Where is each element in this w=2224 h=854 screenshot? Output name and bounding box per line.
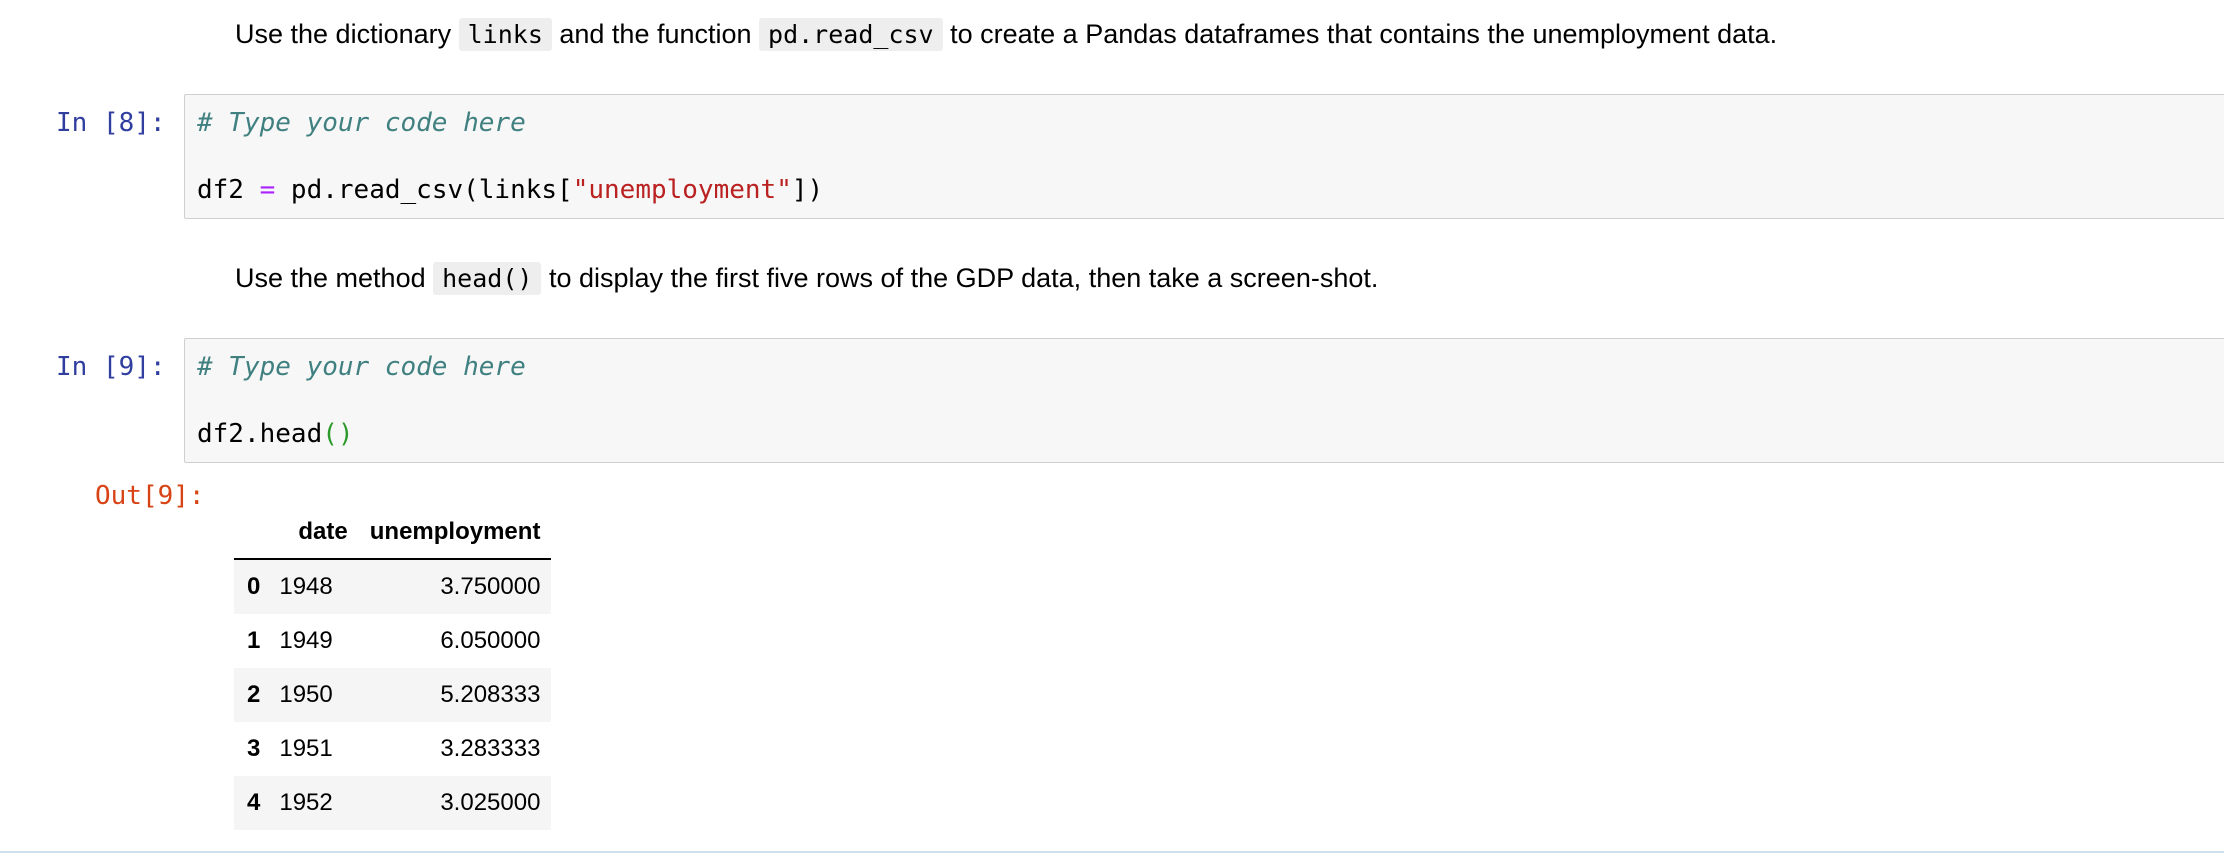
table-header-row: date unemployment bbox=[234, 506, 552, 560]
row-index: 2 bbox=[247, 681, 261, 708]
index-header bbox=[234, 506, 272, 560]
code-call: pd.read_csv(links[ bbox=[275, 175, 573, 205]
code-parens: () bbox=[322, 419, 354, 449]
code-string: "unemployment" bbox=[572, 175, 792, 205]
code-line-head: df2.head() bbox=[197, 419, 354, 449]
table-row: 0 1948 3.750000 bbox=[234, 559, 552, 614]
markdown-cell-instructions-1[interactable]: Use the dictionary links and the functio… bbox=[235, 16, 1777, 53]
code-line-read-csv: df2 = pd.read_csv(links["unemployment"]) bbox=[197, 175, 823, 205]
row-index: 0 bbox=[247, 573, 261, 600]
output-prompt-9: Out[9]: bbox=[95, 481, 205, 511]
cell-date: 1949 bbox=[279, 627, 333, 654]
column-header-unemployment: unemployment bbox=[358, 506, 552, 560]
row-index: 4 bbox=[247, 789, 261, 816]
code-comment: # Type your code here bbox=[197, 108, 526, 138]
cell-unemployment: 3.283333 bbox=[440, 735, 541, 762]
code-var: df2 bbox=[197, 175, 260, 205]
cell-date: 1948 bbox=[279, 573, 333, 600]
row-index: 3 bbox=[247, 735, 261, 762]
cell-date: 1952 bbox=[279, 789, 333, 816]
code-comment: # Type your code here bbox=[197, 352, 526, 382]
inline-code-links: links bbox=[458, 18, 552, 51]
md-text: to create a Pandas dataframes that conta… bbox=[942, 19, 1778, 49]
input-prompt-9: In [9]: bbox=[56, 352, 166, 382]
inline-code-read-csv: pd.read_csv bbox=[759, 18, 943, 51]
code-cell-8[interactable]: # Type your code here df2 = pd.read_csv(… bbox=[184, 94, 2224, 219]
cell-date: 1950 bbox=[279, 681, 333, 708]
code-close: ]) bbox=[791, 175, 824, 205]
md-text: Use the dictionary bbox=[235, 19, 459, 49]
column-header-date: date bbox=[271, 506, 359, 560]
input-prompt-8: In [8]: bbox=[56, 108, 166, 138]
code-cell-9[interactable]: # Type your code here df2.head() bbox=[184, 338, 2224, 463]
code-operator: = bbox=[259, 175, 276, 205]
table-row: 3 1951 3.283333 bbox=[234, 722, 551, 776]
md-text: and the function bbox=[551, 19, 760, 49]
table-row: 4 1952 3.025000 bbox=[234, 776, 552, 830]
table-row: 1 1949 6.050000 bbox=[234, 614, 551, 668]
md-text: to display the first five rows of the GD… bbox=[541, 263, 1379, 293]
inline-code-head: head() bbox=[433, 262, 542, 295]
cell-unemployment: 5.208333 bbox=[440, 681, 541, 708]
table-row: 2 1950 5.208333 bbox=[234, 668, 552, 722]
md-text: Use the method bbox=[235, 263, 434, 293]
cell-unemployment: 6.050000 bbox=[440, 627, 541, 654]
dataframe-table: date unemployment 0 1948 3.750000 1 1949… bbox=[234, 506, 552, 830]
row-index: 1 bbox=[247, 627, 261, 654]
cell-date: 1951 bbox=[279, 735, 333, 762]
cell-unemployment: 3.750000 bbox=[440, 573, 541, 600]
markdown-cell-instructions-2[interactable]: Use the method head() to display the fir… bbox=[235, 260, 1378, 297]
code-call: df2.head bbox=[197, 419, 323, 449]
cell-separator-line bbox=[0, 851, 2224, 853]
cell-unemployment: 3.025000 bbox=[440, 789, 541, 816]
